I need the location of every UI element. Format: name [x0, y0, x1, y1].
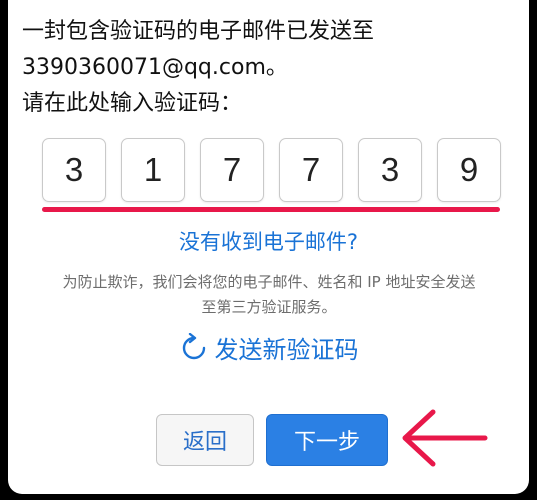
- next-button[interactable]: 下一步: [266, 414, 388, 466]
- privacy-notice-line2: 至第三方验证服务。: [201, 298, 337, 316]
- no-email-link[interactable]: 没有收到电子邮件?: [8, 226, 529, 256]
- privacy-notice-line1: 为防止欺诈，我们会将您的电子邮件、姓名和 IP 地址安全发送: [62, 273, 476, 291]
- enter-code-prompt: 请在此处输入验证码：: [22, 91, 243, 116]
- instruction-text: 一封包含验证码的电子邮件已发送至 3390360071@qq.com。 请在此处…: [22, 14, 522, 122]
- code-digit-4[interactable]: 7: [279, 138, 343, 202]
- code-digit-1[interactable]: 3: [42, 138, 106, 202]
- verification-dialog: 一封包含验证码的电子邮件已发送至 3390360071@qq.com。 请在此处…: [8, 0, 529, 494]
- sent-message: 一封包含验证码的电子邮件已发送至: [22, 19, 375, 44]
- code-digit-2[interactable]: 1: [121, 138, 185, 202]
- privacy-notice: 为防止欺诈，我们会将您的电子邮件、姓名和 IP 地址安全发送 至第三方验证服务。: [30, 270, 508, 320]
- resend-code-link[interactable]: 发送新验证码: [8, 330, 529, 365]
- code-digit-5[interactable]: 3: [358, 138, 422, 202]
- code-digit-6[interactable]: 9: [437, 138, 501, 202]
- annotation-underline: [42, 207, 500, 212]
- code-digit-3[interactable]: 7: [200, 138, 264, 202]
- code-input-group: 3 1 7 7 3 9: [42, 138, 502, 202]
- annotation-arrow-icon: [402, 409, 488, 467]
- back-button[interactable]: 返回: [156, 414, 254, 466]
- refresh-icon: [182, 332, 205, 359]
- resend-label: 发送新验证码: [214, 336, 359, 364]
- email-address: 3390360071@qq.com。: [22, 55, 288, 80]
